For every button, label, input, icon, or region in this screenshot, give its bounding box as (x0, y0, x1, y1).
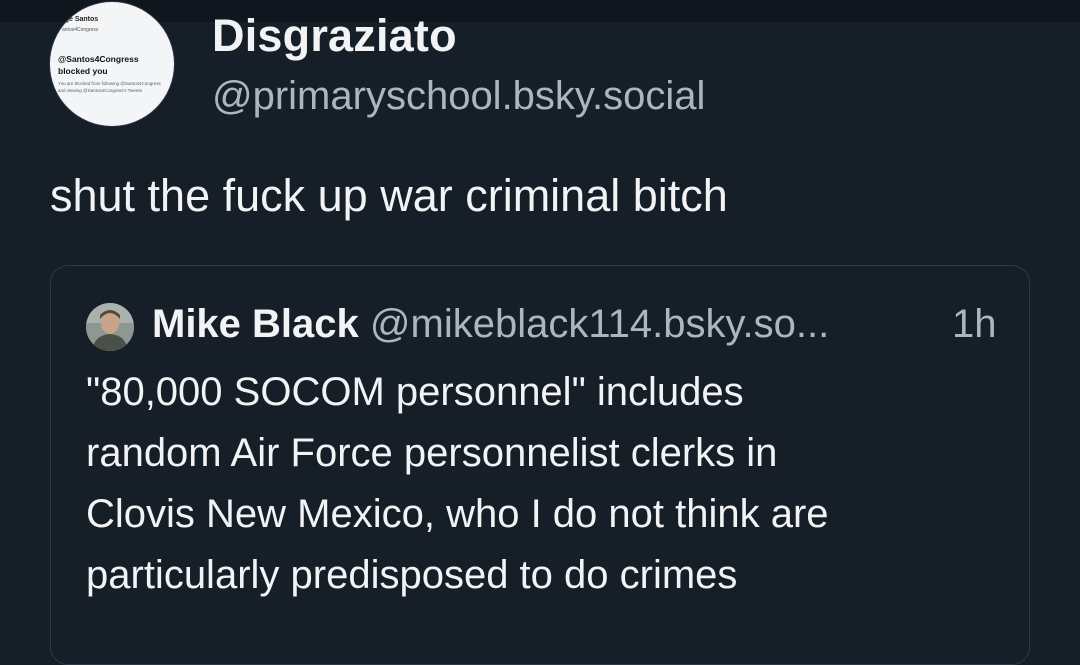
avatar-screenshot-handle: antos4Congress (62, 27, 99, 33)
quoted-author-avatar[interactable] (86, 303, 134, 351)
avatar-screenshot-detail-2: and viewing @Santos4Congress's Tweets (58, 88, 142, 93)
avatar-screenshot-blocked-text: blocked you (58, 66, 108, 76)
quoted-author-handle[interactable]: @mikeblack114.bsky.so... (370, 302, 829, 346)
post: rge Santos antos4Congress @Santos4Congre… (0, 0, 1080, 665)
quoted-post-text-line: Clovis New Mexico, who I do not think ar… (86, 492, 829, 536)
quoted-post-text-line: "80,000 SOCOM personnel" includes (86, 370, 744, 414)
quoted-post-header: Mike Black @mikeblack114.bsky.so... (152, 302, 829, 347)
quoted-post-timestamp[interactable]: 1h (952, 302, 997, 347)
author-avatar[interactable]: rge Santos antos4Congress @Santos4Congre… (50, 2, 174, 126)
avatar-screenshot-blocked-handle: @Santos4Congress (58, 54, 139, 64)
author-handle[interactable]: @primaryschool.bsky.social (212, 74, 705, 119)
avatar-screenshot-detail-1: You are blocked from following @Santos4C… (58, 81, 161, 86)
avatar-screenshot-name: rge Santos (62, 16, 99, 23)
quoted-post-text-line: random Air Force personnelist clerks in (86, 431, 778, 475)
author-display-name[interactable]: Disgraziato (212, 10, 457, 62)
quoted-post-text-line: particularly predisposed to do crimes (86, 553, 738, 597)
person-photo-icon (86, 303, 134, 351)
post-text: shut the fuck up war criminal bitch (50, 170, 728, 221)
quoted-author-display-name[interactable]: Mike Black (152, 302, 359, 346)
